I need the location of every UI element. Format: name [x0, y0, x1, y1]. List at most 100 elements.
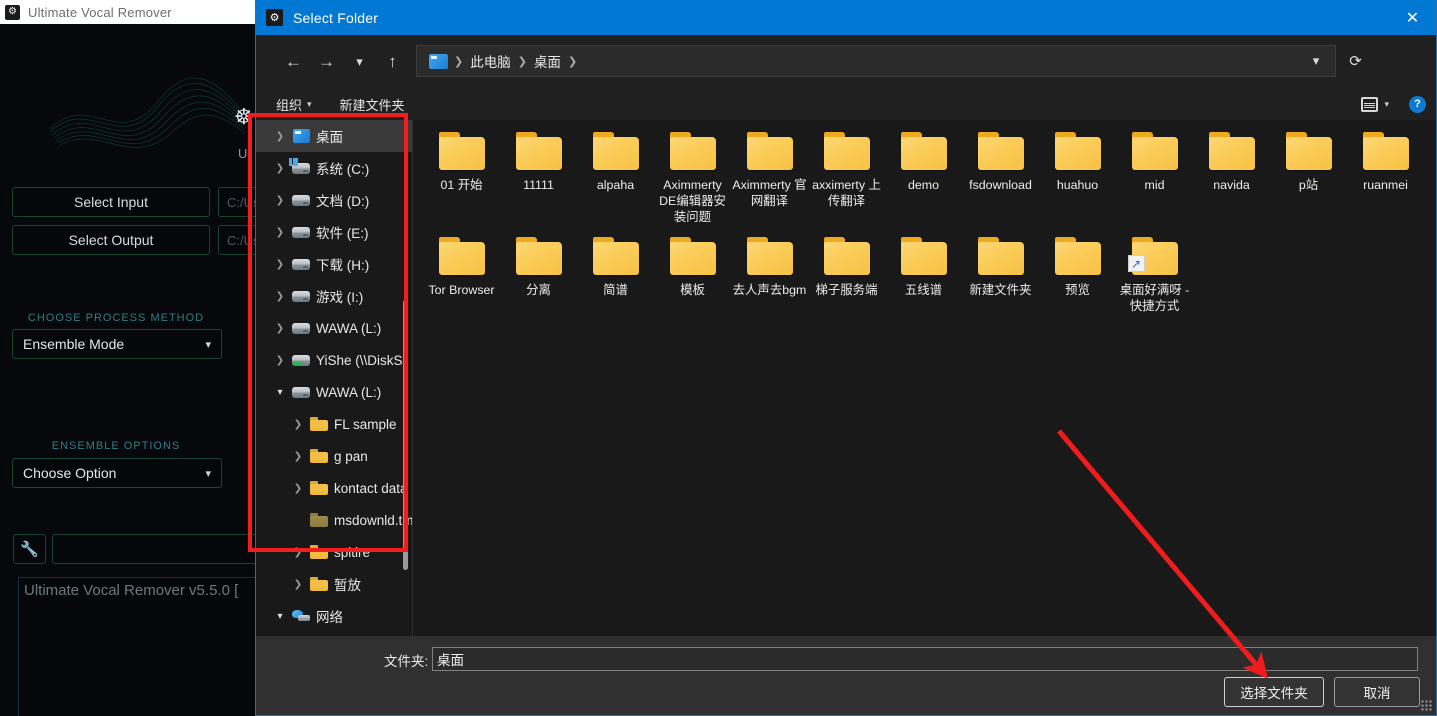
address-bar-actions: ▾	[1303, 46, 1329, 76]
file-item[interactable]: 模板	[654, 231, 731, 314]
folder-icon	[900, 237, 948, 276]
file-item[interactable]: alpaha	[577, 126, 654, 225]
folder-name-input[interactable]: 桌面	[432, 647, 1418, 671]
file-item[interactable]: mid	[1116, 126, 1193, 225]
view-caret-down-icon[interactable]: ▾	[1384, 99, 1389, 110]
chevron-right-icon[interactable]: ❯	[272, 227, 288, 238]
select-output-button[interactable]: Select Output	[12, 225, 210, 255]
tree-item-3[interactable]: ❯ 软件 (E:)	[256, 216, 413, 248]
tree-item-4[interactable]: ❯ 下载 (H:)	[256, 248, 413, 280]
folder-icon	[438, 132, 486, 171]
chevron-right-icon[interactable]: ❯	[272, 163, 288, 174]
address-bar[interactable]: ❯ 此电脑 ❯ 桌面 ❯ ▾	[416, 45, 1336, 77]
address-chevron-down-icon[interactable]: ▾	[1303, 48, 1329, 74]
file-item[interactable]: axximerty 上传翻译	[808, 126, 885, 225]
tree-item-1[interactable]: ❯ 系统 (C:)	[256, 152, 413, 184]
chevron-right-icon[interactable]: ❯	[272, 355, 288, 366]
output-path-field[interactable]: C:/Us	[218, 225, 256, 255]
tree-item-label: YiShe (\\DiskS	[316, 352, 403, 368]
command-input[interactable]	[52, 534, 256, 564]
tree-scrollbar-thumb[interactable]	[403, 300, 408, 570]
chevron-right-icon[interactable]: ❯	[272, 323, 288, 334]
folder-icon	[900, 132, 948, 171]
file-item[interactable]: 11111	[500, 126, 577, 225]
file-item[interactable]: p站	[1270, 126, 1347, 225]
organize-button[interactable]: 组织 ▾	[268, 95, 320, 114]
tree-item-7[interactable]: ❯ YiShe (\\DiskS	[256, 344, 413, 376]
tree-item-2[interactable]: ❯ 文档 (D:)	[256, 184, 413, 216]
file-item[interactable]: navida	[1193, 126, 1270, 225]
uvr-logo-letter: U	[238, 146, 248, 161]
tree-item-13[interactable]: ❯ spitire	[256, 536, 413, 568]
tree-item-15[interactable]: ▾ 网络	[256, 600, 413, 632]
chevron-right-icon[interactable]: ❯	[272, 259, 288, 270]
file-item[interactable]: 梯子服务端	[808, 231, 885, 314]
refresh-icon[interactable]: ⟳	[1339, 45, 1372, 77]
chevron-right-icon[interactable]: ❯	[290, 483, 306, 494]
select-input-button[interactable]: Select Input	[12, 187, 210, 217]
resize-grip-icon[interactable]	[1421, 700, 1432, 711]
tree-item-6[interactable]: ❯ WAWA (L:)	[256, 312, 413, 344]
file-item[interactable]: 五线谱	[885, 231, 962, 314]
file-item[interactable]: 新建文件夹	[962, 231, 1039, 314]
up-icon[interactable]: ↑	[376, 45, 409, 78]
chevron-down-icon[interactable]: ▾	[272, 611, 288, 622]
chevron-right-icon[interactable]: ❯	[272, 131, 288, 142]
ensemble-options-select[interactable]: Choose Option ▾	[12, 458, 222, 488]
file-item[interactable]: fsdownload	[962, 126, 1039, 225]
file-list[interactable]: 01 开始 11111 alpaha Aximmerty DE编辑器安装问题 Aximm…	[413, 120, 1436, 636]
tree-item-5[interactable]: ❯ 游戏 (I:)	[256, 280, 413, 312]
file-item[interactable]: huahuo	[1039, 126, 1116, 225]
new-folder-label: 新建文件夹	[339, 97, 405, 113]
tree-item-label: 暂放	[334, 578, 361, 593]
tree-item-9[interactable]: ❯ FL sample	[256, 408, 413, 440]
wrench-icon[interactable]: 🔧	[13, 534, 46, 564]
breadcrumb-separator-icon: ❯	[517, 55, 527, 68]
close-icon[interactable]: ✕	[1389, 0, 1436, 35]
process-method-select[interactable]: Ensemble Mode ▾	[12, 329, 222, 359]
uvr-logo-icon: ⚙	[266, 9, 283, 26]
breadcrumb-item-1[interactable]: 桌面	[529, 51, 566, 71]
new-folder-button[interactable]: 新建文件夹	[332, 95, 413, 114]
chevron-right-icon[interactable]: ❯	[290, 547, 306, 558]
tree-item-icon	[289, 157, 312, 174]
navigation-tree[interactable]: ❯ 桌面 ❯ 系统 (C:) ❯ 文档 (D:) ❯ 软件 (E:) ❯ 下载 (H:) ❯ 游戏 (…	[256, 120, 413, 636]
file-item-label: p站	[1298, 178, 1319, 192]
file-row-1: 01 开始 11111 alpaha Aximmerty DE编辑器安装问题 Aximm…	[423, 126, 1436, 225]
tree-item-11[interactable]: ❯ kontact data	[256, 472, 413, 504]
tree-item-12[interactable]: msdownld.tm	[256, 504, 413, 536]
tree-item-label: FL sample	[334, 416, 397, 432]
file-item[interactable]: 去人声去bgm	[731, 231, 808, 314]
view-layout-icon[interactable]	[1361, 96, 1379, 112]
file-item[interactable]: 分离	[500, 231, 577, 314]
tree-item-0[interactable]: ❯ 桌面	[256, 120, 413, 152]
file-item[interactable]: 01 开始	[423, 126, 500, 225]
tree-item-8[interactable]: ▾ WAWA (L:)	[256, 376, 413, 408]
file-item-label: Tor Browser	[428, 283, 495, 297]
recent-locations-chevron-down-icon[interactable]: ▾	[343, 45, 376, 78]
chevron-right-icon[interactable]: ❯	[272, 195, 288, 206]
file-item[interactable]: 简谱	[577, 231, 654, 314]
select-folder-button[interactable]: 选择文件夹	[1224, 677, 1324, 707]
tree-item-10[interactable]: ❯ g pan	[256, 440, 413, 472]
help-icon[interactable]: ?	[1409, 95, 1426, 113]
chevron-right-icon[interactable]: ❯	[272, 291, 288, 302]
file-item[interactable]: 预览	[1039, 231, 1116, 314]
file-item[interactable]: Tor Browser	[423, 231, 500, 314]
breadcrumb-item-0[interactable]: 此电脑	[465, 51, 516, 71]
file-item[interactable]: demo	[885, 126, 962, 225]
cancel-button[interactable]: 取消	[1334, 677, 1420, 707]
chevron-right-icon[interactable]: ❯	[290, 419, 306, 430]
input-path-field[interactable]: C:/Us	[218, 187, 256, 217]
forward-icon[interactable]: →	[310, 45, 343, 78]
chevron-down-icon[interactable]: ▾	[272, 387, 288, 398]
folder-icon	[592, 132, 640, 171]
file-item[interactable]: Aximmerty DE编辑器安装问题	[654, 126, 731, 225]
tree-item-14[interactable]: ❯ 暂放	[256, 568, 413, 600]
file-item[interactable]: ↗ 桌面好满呀 - 快捷方式	[1116, 231, 1193, 314]
file-item[interactable]: Aximmerty 官网翻译	[731, 126, 808, 225]
file-item[interactable]: ruanmei	[1347, 126, 1424, 225]
chevron-right-icon[interactable]: ❯	[290, 579, 306, 590]
back-icon[interactable]: ←	[277, 45, 310, 78]
chevron-right-icon[interactable]: ❯	[290, 451, 306, 462]
